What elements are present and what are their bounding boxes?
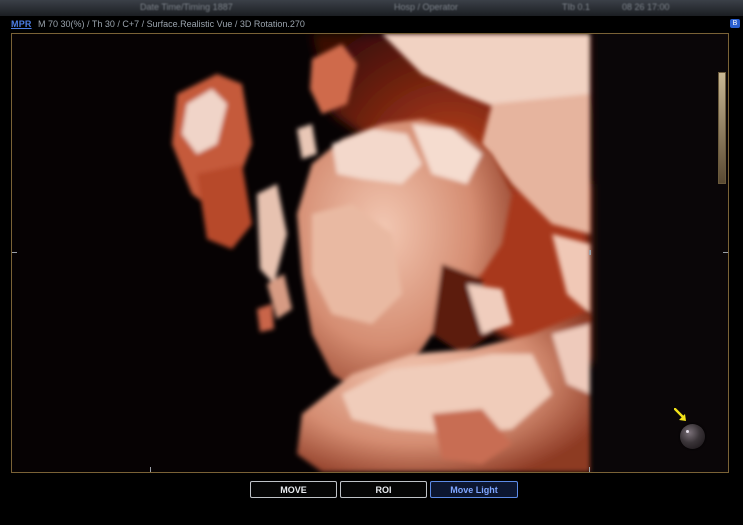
header-tib: TIb 0.1 <box>562 2 591 12</box>
move-light-button[interactable]: Move Light <box>430 481 518 498</box>
mpr-mode-label[interactable]: MPR <box>11 19 32 29</box>
light-source-icon[interactable] <box>680 424 705 449</box>
fetal-surface-render <box>12 34 728 472</box>
header-hospital: Hosp / Operator <box>394 2 459 12</box>
left-edge-marker <box>12 252 17 253</box>
info-bar: MPR M 70 30(%) / Th 30 / C+7 / Surface.R… <box>0 16 743 31</box>
bottom-toolbar: MOVE ROI Move Light <box>250 481 518 498</box>
roi-button[interactable]: ROI <box>340 481 427 498</box>
render-parameters: M 70 30(%) / Th 30 / C+7 / Surface.Reali… <box>38 19 305 29</box>
right-edge-marker <box>723 252 728 253</box>
top-status-bar: Date Time/Timing 1887 Hosp / Operator TI… <box>0 0 743 16</box>
header-title: Date Time/Timing 1887 <box>140 2 233 12</box>
move-button[interactable]: MOVE <box>250 481 337 498</box>
grayscale-bar <box>718 72 726 184</box>
bottom-left-marker <box>150 467 151 472</box>
bottom-right-marker <box>589 467 590 472</box>
arrow-icon <box>674 408 686 421</box>
header-mi: 08 26 17:00 <box>622 2 670 12</box>
3d-render-viewport[interactable] <box>11 33 729 473</box>
panel-toggle-icon[interactable]: B <box>730 19 740 28</box>
center-marker <box>589 250 591 255</box>
